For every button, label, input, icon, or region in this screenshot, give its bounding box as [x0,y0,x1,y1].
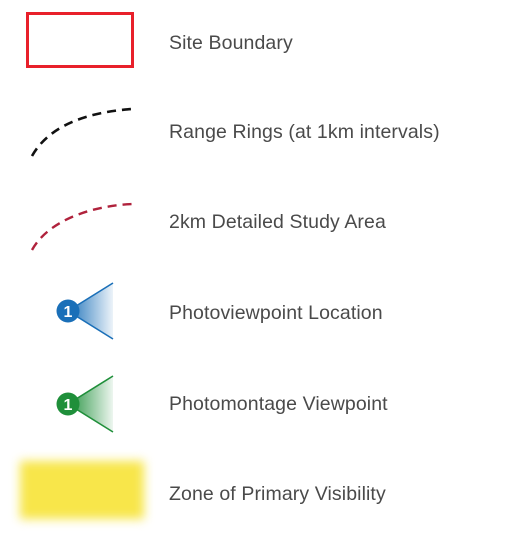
legend-item-photoviewpoint-location: 1 Photoviewpoint Location [0,272,509,352]
viewpoint-number: 1 [64,304,73,321]
legend-item-photomontage-viewpoint: 1 Photomontage Viewpoint [0,364,509,444]
photoviewpoint-marker-icon: 1 [56,282,114,340]
legend-item-detailed-study-area: 2km Detailed Study Area [0,183,509,263]
zone-visibility-swatch [18,453,148,533]
yellow-zone-icon [20,461,144,519]
legend-label: Zone of Primary Visibility [169,483,386,505]
legend-item-range-rings: Range Rings (at 1km intervals) [0,92,509,172]
photomontage-marker-icon: 1 [56,375,114,433]
dashed-arc-red-icon [30,202,133,251]
legend-label: 2km Detailed Study Area [169,211,386,233]
dashed-arc-black-icon [30,107,133,157]
map-legend: Site Boundary Range Rings (at 1km interv… [0,0,509,523]
legend-label: Range Rings (at 1km intervals) [169,121,440,143]
legend-label: Photoviewpoint Location [169,302,383,324]
viewpoint-number: 1 [64,397,73,414]
legend-item-zone-primary-visibility: Zone of Primary Visibility [0,453,509,533]
site-boundary-swatch [18,3,148,83]
red-rectangle-icon [26,12,134,68]
legend-label: Site Boundary [169,32,293,54]
legend-label: Photomontage Viewpoint [169,393,388,415]
legend-item-site-boundary: Site Boundary [0,3,509,83]
